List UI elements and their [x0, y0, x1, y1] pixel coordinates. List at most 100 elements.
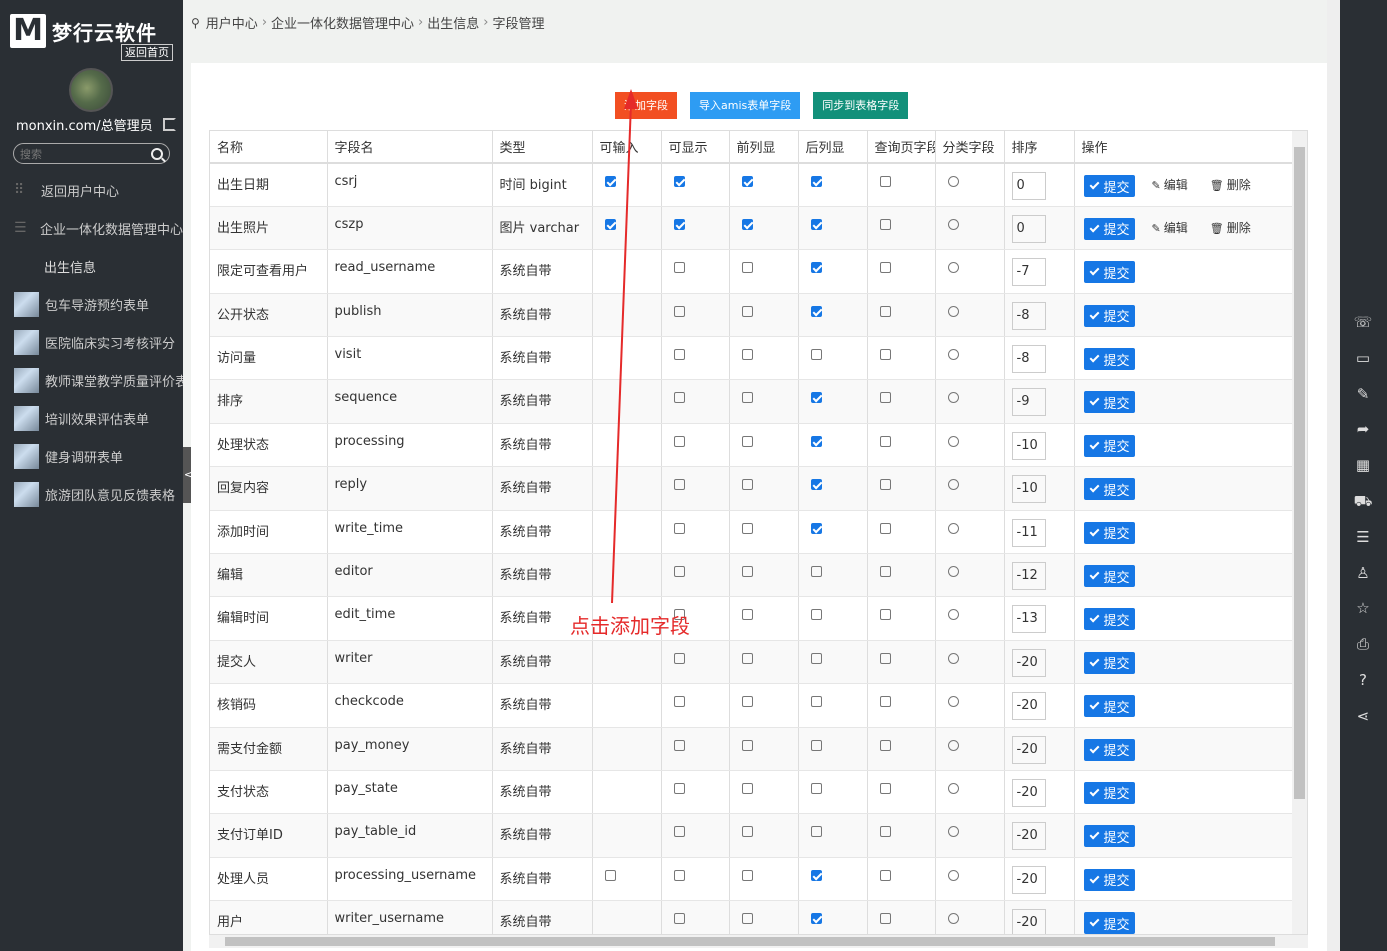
- back-checkbox[interactable]: [810, 826, 822, 838]
- sort-input[interactable]: -20: [1011, 865, 1046, 894]
- query-checkbox[interactable]: [879, 392, 891, 404]
- sort-input[interactable]: 0: [1011, 214, 1046, 243]
- help-icon[interactable]: ?: [1353, 670, 1373, 690]
- column-header[interactable]: 查询页字段: [867, 131, 936, 164]
- avatar[interactable]: [69, 68, 113, 112]
- submit-button[interactable]: 提交: [1083, 825, 1135, 848]
- column-header[interactable]: 分类字段: [935, 131, 1005, 164]
- back-checkbox[interactable]: [810, 739, 822, 751]
- category-radio[interactable]: [947, 652, 959, 664]
- sort-input[interactable]: -8: [1011, 301, 1046, 330]
- back-checkbox[interactable]: [810, 782, 822, 794]
- show-checkbox[interactable]: [673, 566, 685, 578]
- sort-input[interactable]: -7: [1011, 258, 1046, 287]
- category-radio[interactable]: [947, 696, 959, 708]
- back-checkbox[interactable]: [810, 305, 822, 317]
- category-radio[interactable]: [947, 305, 959, 317]
- wechat-icon[interactable]: ☏: [1353, 312, 1373, 332]
- back-checkbox[interactable]: [810, 566, 822, 578]
- qrcode-icon[interactable]: ▦: [1353, 455, 1373, 475]
- query-checkbox[interactable]: [879, 305, 891, 317]
- category-radio[interactable]: [947, 782, 959, 794]
- show-checkbox[interactable]: [673, 869, 685, 881]
- share-arrow-icon[interactable]: ➦: [1353, 419, 1373, 439]
- back-checkbox[interactable]: [810, 479, 822, 491]
- sync-table-button[interactable]: 同步到表格字段: [813, 92, 909, 119]
- show-checkbox[interactable]: [673, 652, 685, 664]
- show-checkbox[interactable]: [673, 218, 685, 230]
- submit-button[interactable]: 提交: [1083, 695, 1135, 718]
- sort-input[interactable]: 0: [1011, 172, 1046, 200]
- front-checkbox[interactable]: [741, 522, 753, 534]
- front-checkbox[interactable]: [741, 176, 753, 187]
- show-checkbox[interactable]: [673, 739, 685, 751]
- sort-input[interactable]: -8: [1011, 345, 1046, 374]
- submit-button[interactable]: 提交: [1083, 565, 1135, 588]
- back-checkbox[interactable]: [810, 435, 822, 447]
- show-checkbox[interactable]: [673, 262, 685, 274]
- breadcrumb-item[interactable]: 出生信息: [427, 13, 479, 32]
- column-header[interactable]: 操作: [1074, 131, 1294, 164]
- front-checkbox[interactable]: [741, 392, 753, 404]
- category-radio[interactable]: [947, 218, 959, 230]
- column-header[interactable]: 排序: [1004, 131, 1075, 164]
- category-radio[interactable]: [947, 392, 959, 404]
- list-icon[interactable]: ☰: [1353, 527, 1373, 547]
- sidebar-item[interactable]: 旅游团队意见反馈表格: [0, 475, 183, 513]
- search-input[interactable]: 搜索: [20, 146, 151, 162]
- home-link[interactable]: 返回首页: [121, 44, 173, 61]
- front-checkbox[interactable]: [741, 782, 753, 794]
- submit-button[interactable]: 提交: [1083, 608, 1135, 631]
- submit-button[interactable]: 提交: [1083, 217, 1135, 240]
- sidebar-item[interactable]: 出生信息: [0, 247, 183, 285]
- show-checkbox[interactable]: [673, 696, 685, 708]
- back-checkbox[interactable]: [810, 609, 822, 621]
- query-checkbox[interactable]: [879, 913, 891, 925]
- column-header[interactable]: 可显示: [661, 131, 730, 164]
- show-checkbox[interactable]: [673, 435, 685, 447]
- column-header[interactable]: 前列显: [729, 131, 799, 164]
- sort-input[interactable]: -13: [1011, 605, 1046, 634]
- breadcrumb-item[interactable]: 企业一体化数据管理中心: [271, 13, 414, 32]
- sort-input[interactable]: -10: [1011, 431, 1046, 460]
- front-checkbox[interactable]: [741, 435, 753, 447]
- front-checkbox[interactable]: [741, 479, 753, 491]
- submit-button[interactable]: 提交: [1083, 521, 1135, 544]
- sort-input[interactable]: -12: [1011, 562, 1046, 591]
- query-checkbox[interactable]: [879, 218, 891, 230]
- sidebar-item[interactable]: 培训效果评估表单: [0, 399, 183, 437]
- category-radio[interactable]: [947, 826, 959, 838]
- query-checkbox[interactable]: [879, 349, 891, 361]
- front-checkbox[interactable]: [741, 913, 753, 925]
- query-checkbox[interactable]: [879, 652, 891, 664]
- front-checkbox[interactable]: [741, 305, 753, 317]
- share-icon[interactable]: ⋖: [1353, 706, 1373, 726]
- submit-button[interactable]: 提交: [1083, 738, 1135, 761]
- sort-input[interactable]: -11: [1011, 518, 1046, 547]
- submit-button[interactable]: 提交: [1083, 868, 1135, 891]
- category-radio[interactable]: [947, 566, 959, 578]
- front-checkbox[interactable]: [741, 869, 753, 881]
- sidebar-item[interactable]: ⠿ 返回用户中心: [0, 171, 183, 209]
- logout-icon[interactable]: [162, 118, 176, 131]
- show-checkbox[interactable]: [673, 826, 685, 838]
- horizontal-scrollbar[interactable]: [209, 935, 1308, 948]
- user-name[interactable]: monxin.com/总管理员: [16, 115, 153, 134]
- sidebar-item[interactable]: ☰ 企业一体化数据管理中心: [0, 209, 183, 247]
- column-header[interactable]: 字段名: [327, 131, 493, 164]
- sidebar-item[interactable]: 医院临床实习考核评分: [0, 323, 183, 361]
- show-checkbox[interactable]: [673, 305, 685, 317]
- category-radio[interactable]: [947, 262, 959, 274]
- back-checkbox[interactable]: [810, 696, 822, 708]
- query-checkbox[interactable]: [879, 782, 891, 794]
- query-checkbox[interactable]: [879, 869, 891, 881]
- import-amis-button[interactable]: 导入amis表单字段: [690, 92, 801, 119]
- submit-button[interactable]: 提交: [1083, 175, 1135, 197]
- front-checkbox[interactable]: [741, 739, 753, 751]
- breadcrumb-item[interactable]: 用户中心: [206, 13, 258, 32]
- edit-link[interactable]: ✎ 编辑: [1152, 178, 1188, 192]
- query-checkbox[interactable]: [879, 176, 891, 187]
- submit-button[interactable]: 提交: [1083, 261, 1135, 284]
- show-checkbox[interactable]: [673, 349, 685, 361]
- back-checkbox[interactable]: [810, 218, 822, 230]
